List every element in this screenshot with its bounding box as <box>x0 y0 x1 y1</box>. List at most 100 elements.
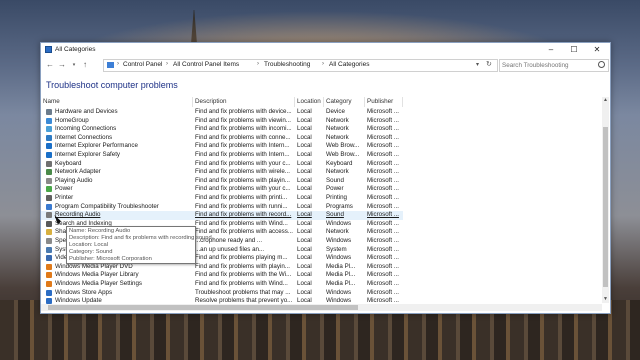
troubleshooter-icon <box>46 117 52 124</box>
cell-location: Local <box>297 288 312 296</box>
cell-description: Find and fix problems playing m... <box>195 254 288 262</box>
cell-publisher: Microsoft ... <box>367 194 399 201</box>
maximize-button[interactable]: ☐ <box>563 43 585 57</box>
horizontal-scrollbar[interactable] <box>41 304 602 311</box>
cell-description: Find and fix problems with your c... <box>195 185 291 193</box>
cell-name: Incoming Connections <box>55 125 117 133</box>
address-dropdown-icon[interactable]: ▾ <box>476 61 479 68</box>
scroll-down-icon[interactable]: ▼ <box>602 296 609 303</box>
troubleshooter-list: Name Description Location Category Publi… <box>41 97 603 313</box>
column-header-publisher[interactable]: Publisher <box>365 97 403 107</box>
search-box[interactable] <box>499 59 609 72</box>
cell-publisher: Microsoft ... <box>367 262 399 270</box>
troubleshooter-icon <box>46 220 52 227</box>
tooltip-name: Name: Recording Audio <box>69 228 131 234</box>
tooltip-description: Description: Find and fix problems with … <box>69 235 214 241</box>
troubleshooting-window: All Categories – ☐ ✕ ← → ▾ ↑ › Control P… <box>40 42 611 314</box>
cell-publisher: Microsoft ... <box>367 151 399 158</box>
column-header-location[interactable]: Location <box>295 97 324 107</box>
column-header-description[interactable]: Description <box>193 97 295 107</box>
cell-description: Find and fix problems with your c... <box>195 159 291 167</box>
table-row[interactable]: Windows Media Player Library Find and fix… <box>41 271 403 280</box>
table-row[interactable]: Windows Media Player DVD Find and fix pro… <box>41 263 403 272</box>
table-row[interactable]: Windows Store Apps Troubleshoot problems … <box>41 289 403 298</box>
table-row[interactable]: Playing Audio Find and fix problems with … <box>41 177 403 186</box>
cell-category: Windows <box>326 254 352 262</box>
cell-publisher: Microsoft ... <box>367 125 399 133</box>
cell-category: Media Pl... <box>326 262 356 270</box>
address-bar[interactable]: › Control Panel › All Control Panel Item… <box>103 59 498 72</box>
troubleshooter-icon <box>46 255 52 262</box>
troubleshooter-icon <box>46 152 52 158</box>
tooltip-publisher: Publisher: Microsoft Corporation <box>69 256 152 262</box>
cell-category: Sound <box>326 211 344 219</box>
close-button[interactable]: ✕ <box>586 43 608 57</box>
cell-publisher: Microsoft ... <box>367 108 399 115</box>
cell-description: Find and fix problems with Wind... <box>195 219 288 227</box>
cell-location: Local <box>297 280 312 287</box>
cell-category: Network <box>326 125 349 133</box>
cell-publisher: Microsoft ... <box>367 254 399 262</box>
breadcrumb-chevron-icon: › <box>117 61 119 67</box>
cell-description: Find and fix problems with runni... <box>195 202 288 210</box>
breadcrumb-control-panel[interactable]: Control Panel <box>123 61 162 68</box>
table-row[interactable]: Keyboard Find and fix problems with your … <box>41 160 403 169</box>
cell-category: Sound <box>326 176 344 184</box>
breadcrumb-chevron-icon: › <box>166 61 168 67</box>
cell-location: Local <box>297 176 312 184</box>
cell-publisher: Microsoft ... <box>367 271 399 279</box>
vertical-scroll-thumb[interactable] <box>603 127 608 287</box>
cell-location: Local <box>297 237 312 244</box>
troubleshooter-icon <box>46 169 52 176</box>
title-bar[interactable]: All Categories – ☐ ✕ <box>41 43 610 57</box>
troubleshooter-icon <box>46 126 52 133</box>
refresh-icon[interactable]: ↻ <box>486 60 492 68</box>
cell-description: Find and fix problems with wirele... <box>195 168 290 176</box>
table-row[interactable]: Printer Find and fix problems with printi… <box>41 194 403 203</box>
minimize-button[interactable]: – <box>540 43 562 57</box>
breadcrumb-chevron-icon: › <box>257 61 259 67</box>
recent-dropdown-icon[interactable]: ▾ <box>69 59 79 71</box>
cell-category: Network <box>326 133 349 141</box>
vertical-scrollbar[interactable]: ▲ ▼ <box>602 97 609 303</box>
cell-publisher: Microsoft ... <box>367 280 399 287</box>
troubleshooter-icon <box>46 212 52 219</box>
table-row[interactable]: Network Adapter Find and fix problems wit… <box>41 168 403 177</box>
column-header-category[interactable]: Category <box>324 97 365 107</box>
item-tooltip: Name: Recording Audio Description: Find … <box>66 226 214 264</box>
cell-location: Local <box>297 133 312 141</box>
cell-location: Local <box>297 245 312 253</box>
troubleshooter-icon <box>46 238 52 244</box>
table-row[interactable]: HomeGroup Find and fix problems with view… <box>41 117 403 126</box>
table-row[interactable]: Hardware and Devices Find and fix problem… <box>41 108 403 117</box>
horizontal-scroll-thumb[interactable] <box>48 305 358 310</box>
troubleshooter-icon <box>46 195 52 201</box>
table-row[interactable]: Internet Explorer Performance Find and fi… <box>41 142 403 151</box>
cell-location: Local <box>297 194 312 201</box>
table-row[interactable]: Internet Connections Find and fix problem… <box>41 134 403 143</box>
cell-category: Programs <box>326 202 353 210</box>
cell-location: Local <box>297 159 312 167</box>
forward-arrow-icon[interactable]: → <box>57 59 67 71</box>
cell-publisher: Microsoft ... <box>367 116 399 124</box>
breadcrumb-all-categories[interactable]: All Categories <box>329 61 369 68</box>
table-row[interactable]: Incoming Connections Find and fix problem… <box>41 125 403 134</box>
table-row[interactable]: Program Compatibility Troubleshooter Find… <box>41 203 403 212</box>
troubleshooter-icon <box>46 246 52 253</box>
table-row[interactable]: Internet Explorer Safety Find and fix pro… <box>41 151 403 160</box>
table-row[interactable]: Windows Media Player Settings Find and fi… <box>41 280 403 289</box>
up-arrow-icon[interactable]: ↑ <box>80 59 90 71</box>
cell-description: Find and fix problems with printi... <box>195 194 288 201</box>
breadcrumb-troubleshooting[interactable]: Troubleshooting <box>264 61 310 68</box>
control-panel-icon <box>107 62 114 68</box>
table-row[interactable]: Power Find and fix problems with your c..… <box>41 185 403 194</box>
column-header-name[interactable]: Name <box>41 97 193 107</box>
scroll-up-icon[interactable]: ▲ <box>602 97 609 104</box>
cell-location: Local <box>297 116 312 124</box>
troubleshooter-icon <box>46 186 52 193</box>
breadcrumb-all-items[interactable]: All Control Panel Items <box>173 61 239 68</box>
table-row[interactable]: Recording Audio Find and fix problems wit… <box>41 211 403 220</box>
search-input[interactable] <box>502 60 594 70</box>
back-arrow-icon[interactable]: ← <box>45 59 55 71</box>
cell-description: Find and fix problems with Intern... <box>195 151 290 158</box>
